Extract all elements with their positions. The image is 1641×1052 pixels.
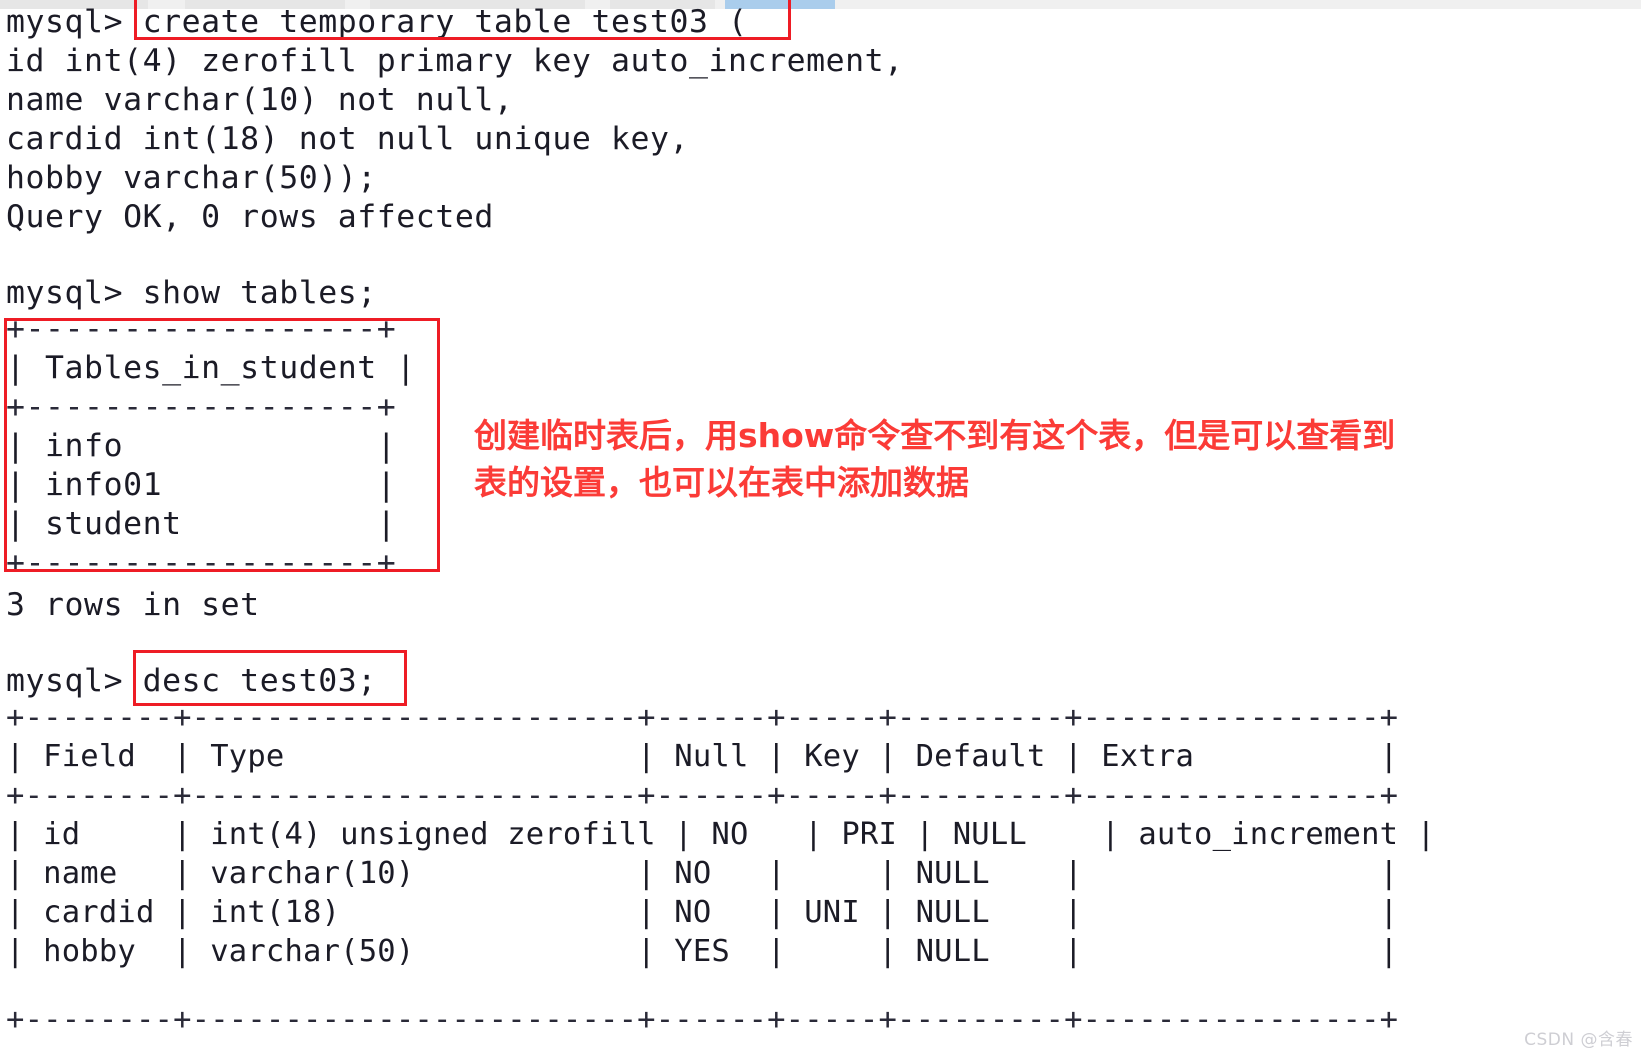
terminal-line-show-command: mysql> show tables; — [6, 275, 377, 311]
desc-rule-top: +--------+------------------------+-----… — [6, 700, 1399, 735]
desc-rule-mid: +--------+------------------------+-----… — [6, 778, 1399, 813]
desc-header-row: | Field | Type | Null | Key | Default | … — [6, 739, 1399, 774]
terminal-line-hobby-column: hobby varchar(50)); — [6, 160, 377, 196]
csdn-watermark: CSDN @含春 — [1524, 1030, 1633, 1050]
show-tables-rule-top: +------------------+ — [6, 311, 397, 347]
show-tables-row-student: | student | — [6, 506, 397, 542]
terminal-line-name-column: name varchar(10) not null, — [6, 82, 514, 118]
desc-row-hobby: | hobby | varchar(50) | YES | | NULL | | — [6, 934, 1399, 969]
terminal-line-cardid-column: cardid int(18) not null unique key, — [6, 121, 690, 157]
show-tables-row-info01: | info01 | — [6, 467, 397, 503]
chinese-annotation-text: 创建临时表后，用show命令查不到有这个表，但是可以查看到 表的设置，也可以在表… — [474, 416, 1396, 502]
desc-rule-bottom: +--------+------------------------+-----… — [6, 1002, 1399, 1037]
show-tables-rule-bottom: +------------------+ — [6, 545, 397, 581]
desc-row-id: | id | int(4) unsigned zerofill | NO | P… — [6, 817, 1436, 852]
show-tables-header-row: | Tables_in_student | — [6, 350, 416, 386]
desc-row-cardid: | cardid | int(18) | NO | UNI | NULL | | — [6, 895, 1399, 930]
terminal-line-query-ok: Query OK, 0 rows affected — [6, 199, 494, 235]
terminal-line-desc-command: mysql> desc test03; — [6, 663, 377, 699]
terminal-line-id-column: id int(4) zerofill primary key auto_incr… — [6, 43, 904, 79]
show-tables-row-count: 3 rows in set — [6, 587, 260, 623]
show-tables-row-info: | info | — [6, 428, 397, 464]
show-tables-rule-mid: +------------------+ — [6, 389, 397, 425]
terminal-line-create-command: mysql> create temporary table test03 ( — [6, 4, 748, 40]
desc-row-name: | name | varchar(10) | NO | | NULL | | — [6, 856, 1399, 891]
